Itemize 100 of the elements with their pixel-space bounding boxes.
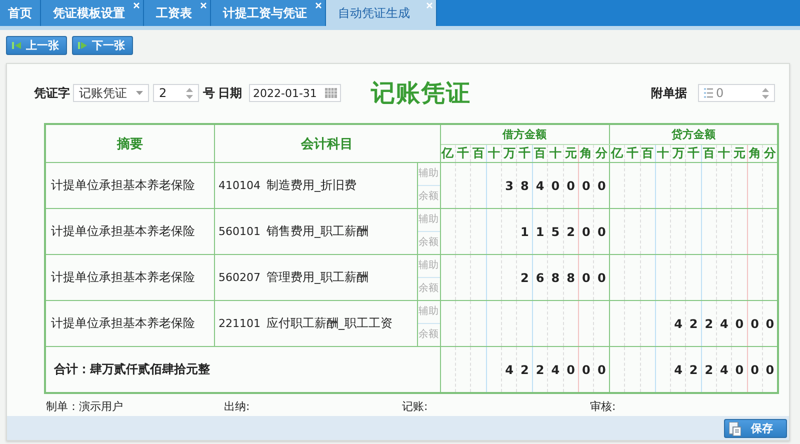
auxiliary-label[interactable]: 辅助 [418,255,440,278]
attachments-label: 附单据 [651,84,687,102]
amount-digit: 0 [732,300,748,346]
digit-unit-label: 十 [548,144,564,162]
tab[interactable]: 首页 [0,0,41,26]
signature-label: 出纳: [224,399,251,413]
amount-digit: 0 [594,346,610,393]
digit-unit-label: 十 [486,144,502,162]
amount-digit: 1 [516,208,532,254]
balance-label[interactable]: 余额 [418,232,440,254]
amount-digit: 8 [563,254,579,300]
summary-cell[interactable]: 计提单位承担基本养老保险 [45,300,214,346]
amount-digit: 2 [532,346,548,393]
digit-unit-label: 十 [716,144,732,162]
amount-digit: 0 [747,300,762,346]
digit-unit-label: 千 [624,144,640,162]
digit-unit-label: 千 [455,144,471,162]
column-header: 会计科目 [214,124,440,162]
amount-digit: 6 [532,254,548,300]
digit-unit-label: 角 [747,144,762,162]
amount-digit: 0 [762,346,778,393]
auxiliary-label[interactable]: 辅助 [418,209,440,232]
account-code: 560101 [218,225,260,238]
amount-digit: 4 [670,300,686,346]
amount-digit: 0 [594,162,610,208]
signature-label: 制单：演示用户 [46,399,124,413]
digit-unit-label: 角 [578,144,594,162]
tab[interactable]: 计提工资与凭证 [211,0,326,26]
amount-digit: 4 [548,346,564,393]
voucher-title: 记账凭证 [371,78,471,109]
voucher-word-select[interactable]: 记账凭证 [73,84,149,102]
column-header: 借方金额 [440,124,610,144]
amount-digit: 0 [578,254,594,300]
summary-cell[interactable]: 计提单位承担基本养老保险 [45,208,214,254]
account-name: 销售费用_职工薪酬 [266,224,368,238]
amount-digit: 0 [594,208,610,254]
amount-digit: 0 [762,300,778,346]
amount-digit: 2 [686,346,702,393]
auxiliary-label[interactable]: 辅助 [418,163,440,186]
amount-digit: 0 [578,208,594,254]
amount-digit: 4 [716,346,732,393]
tab[interactable]: 工资表 [144,0,211,26]
amount-digit: 5 [548,208,564,254]
digit-unit-label: 百 [701,144,717,162]
amount-digit: 4 [670,346,686,393]
voucher-word-label: 凭证字 [34,84,70,102]
amount-digit: 2 [516,346,532,393]
date-label: 日期 [218,84,242,102]
account-code: 560207 [218,271,260,284]
digit-unit-label: 分 [762,144,778,162]
previous-button[interactable]: 上一张 [6,36,67,55]
amount-digit: 1 [532,208,548,254]
column-header: 摘要 [45,124,214,162]
amount-digit: 0 [747,346,762,393]
auxiliary-label[interactable]: 辅助 [418,301,440,324]
digit-unit-label: 分 [594,144,610,162]
digit-unit-label: 亿 [440,144,456,162]
signature-label: 审核: [590,399,617,413]
amount-digit: 2 [516,254,532,300]
amount-digit: 2 [686,300,702,346]
amount-digit: 0 [563,346,579,393]
amount-digit: 0 [578,346,594,393]
amount-digit: 2 [701,346,717,393]
account-name: 管理费用_职工薪酬 [266,270,368,284]
amount-digit: 0 [594,254,610,300]
digit-unit-label: 万 [502,144,517,162]
digit-unit-label: 十 [655,144,671,162]
digit-unit-label: 千 [516,144,532,162]
amount-digit: 0 [563,162,579,208]
balance-label[interactable]: 余额 [418,186,440,208]
voucher-number-field[interactable]: 2 [153,84,199,102]
save-button[interactable]: 保存 [724,419,787,438]
digit-unit-label: 千 [686,144,702,162]
amount-digit: 8 [516,162,532,208]
digit-unit-label: 元 [732,144,748,162]
tab[interactable]: 凭证模板设置 [41,0,144,26]
tab[interactable]: 自动凭证生成 [326,0,437,26]
amount-digit: 2 [563,208,579,254]
attachments-field[interactable]: 0 [698,84,775,102]
amount-digit: 8 [548,254,564,300]
digit-unit-label: 百 [470,144,486,162]
amount-digit: 0 [732,346,748,393]
date-field[interactable]: 2022-01-31 [249,84,341,102]
amount-digit: 4 [716,300,732,346]
next-button[interactable]: 下一张 [72,36,133,55]
number-label: 号 [203,84,215,102]
amount-digit: 4 [532,162,548,208]
amount-digit: 2 [701,300,717,346]
amount-digit: 0 [548,162,564,208]
amount-digit: 0 [578,162,594,208]
summary-cell[interactable]: 计提单位承担基本养老保险 [45,254,214,300]
digit-unit-label: 百 [532,144,548,162]
balance-label[interactable]: 余额 [418,324,440,346]
summary-cell[interactable]: 计提单位承担基本养老保险 [45,162,214,208]
balance-label[interactable]: 余额 [418,278,440,300]
amount-digit: 3 [502,162,517,208]
amount-digit: 4 [502,346,517,393]
digit-unit-label: 百 [640,144,656,162]
digit-unit-label: 万 [670,144,686,162]
account-code: 221101 [218,317,260,330]
